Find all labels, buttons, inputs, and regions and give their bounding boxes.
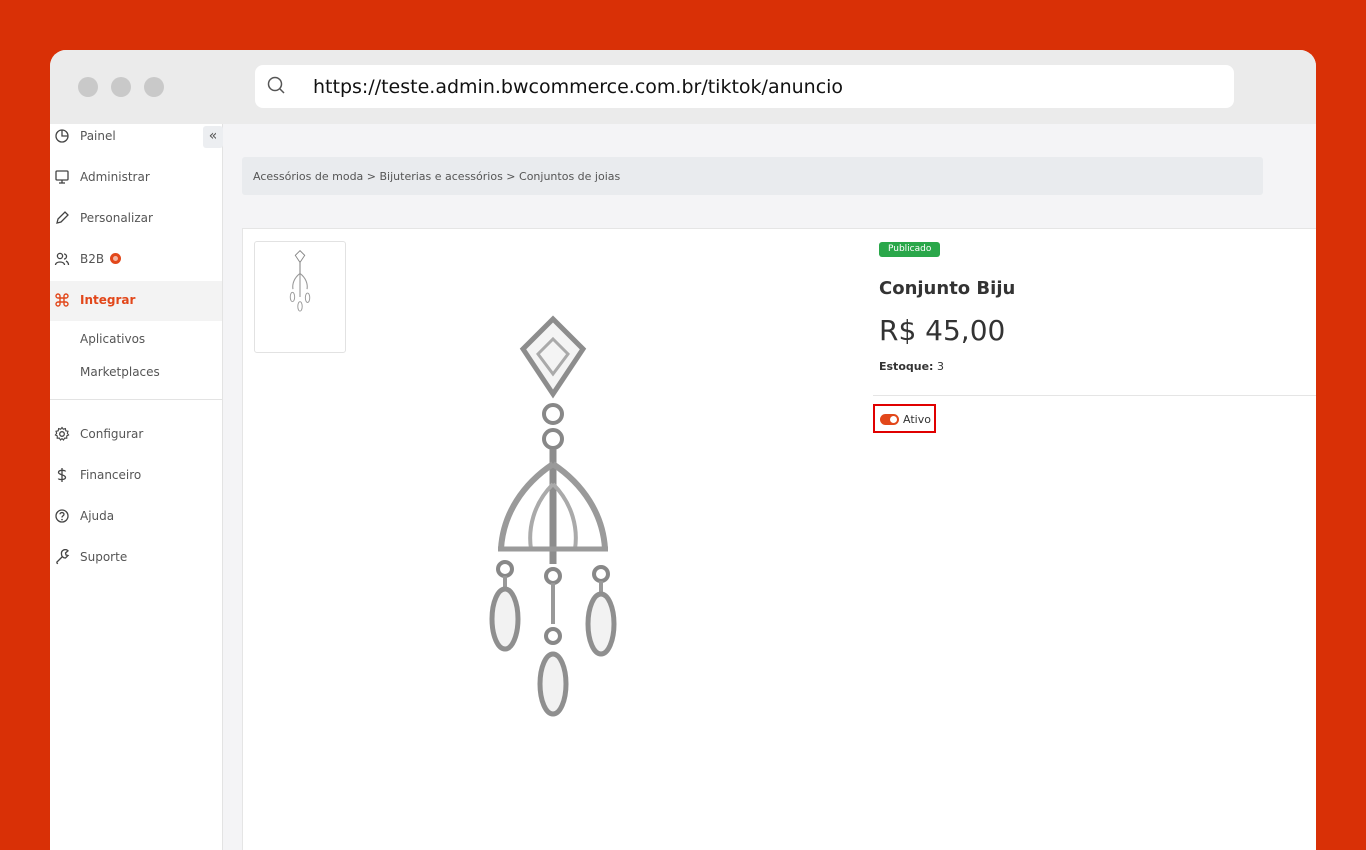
new-badge	[110, 253, 122, 264]
window-maximize-dot[interactable]	[144, 77, 164, 97]
users-icon	[54, 252, 70, 266]
sidebar-item-personalizar[interactable]: Personalizar	[50, 199, 222, 239]
address-bar[interactable]: https://teste.admin.bwcommerce.com.br/ti…	[255, 65, 1234, 108]
monitor-icon	[55, 170, 69, 184]
sidebar-item-suporte[interactable]: Suporte	[50, 538, 222, 578]
sidebar-item-integrar[interactable]: Integrar	[50, 281, 222, 321]
active-toggle-switch[interactable]	[880, 414, 899, 425]
help-circle-icon	[55, 509, 69, 523]
url-text: https://teste.admin.bwcommerce.com.br/ti…	[313, 76, 844, 98]
sidebar-item-label: Ajuda	[80, 509, 115, 523]
breadcrumb: Acessórios de moda > Bijuterias e acessó…	[242, 157, 1263, 195]
product-title: Conjunto Biju	[879, 278, 1016, 299]
sidebar-item-label: Personalizar	[80, 211, 153, 225]
window-minimize-dot[interactable]	[111, 77, 131, 97]
wrench-icon	[56, 549, 70, 565]
title-bar: https://teste.admin.bwcommerce.com.br/ti…	[50, 50, 1316, 124]
sidebar-divider	[50, 399, 222, 400]
sidebar-subitem-aplicativos[interactable]: Aplicativos	[80, 332, 145, 346]
app-area: « Painel Administrar Personalizar B2B In…	[50, 124, 1316, 850]
active-toggle-label: Ativo	[903, 413, 931, 426]
pencil-icon	[56, 211, 69, 224]
sidebar-item-label: Configurar	[80, 427, 144, 441]
thumbnail-earring-image	[289, 249, 311, 312]
product-main-image	[489, 315, 617, 717]
sidebar-item-label: Integrar	[80, 293, 136, 307]
sidebar-item-financeiro[interactable]: Financeiro	[50, 456, 222, 496]
sidebar-item-ajuda[interactable]: Ajuda	[50, 497, 222, 537]
sidebar-item-label: Painel	[80, 129, 116, 143]
command-icon	[55, 293, 69, 307]
sidebar-item-label: Suporte	[80, 550, 128, 564]
sidebar-item-configurar[interactable]: Configurar	[50, 415, 222, 455]
breadcrumb-text[interactable]: Acessórios de moda > Bijuterias e acessó…	[253, 170, 620, 183]
sidebar-item-label: Financeiro	[80, 468, 142, 482]
sidebar-item-label: B2B	[80, 252, 122, 266]
sidebar-item-label: Administrar	[80, 170, 150, 184]
window-close-dot[interactable]	[78, 77, 98, 97]
active-toggle-highlight: Ativo	[873, 404, 936, 433]
sidebar-item-painel[interactable]: Painel	[50, 117, 222, 157]
sidebar-item-administrar[interactable]: Administrar	[50, 158, 222, 198]
sidebar-item-b2b[interactable]: B2B	[50, 240, 222, 280]
status-badge: Publicado	[879, 242, 941, 257]
product-stock: Estoque: 3	[879, 360, 944, 373]
stock-label: Estoque:	[879, 360, 934, 373]
product-panel: Publicado Conjunto Biju R$ 45,00 Estoque…	[242, 228, 1316, 850]
sidebar: « Painel Administrar Personalizar B2B In…	[50, 124, 223, 850]
browser-window: https://teste.admin.bwcommerce.com.br/ti…	[50, 50, 1316, 850]
details-divider	[873, 395, 1316, 396]
pie-chart-icon	[55, 129, 69, 143]
product-thumbnail[interactable]	[254, 241, 346, 353]
dollar-icon	[57, 468, 67, 482]
gear-icon	[54, 426, 70, 441]
search-icon	[267, 76, 285, 94]
stock-value: 3	[936, 360, 944, 373]
product-price: R$ 45,00	[879, 314, 1006, 347]
b2b-label-text: B2B	[80, 252, 105, 266]
sidebar-subitem-marketplaces[interactable]: Marketplaces	[80, 365, 160, 379]
